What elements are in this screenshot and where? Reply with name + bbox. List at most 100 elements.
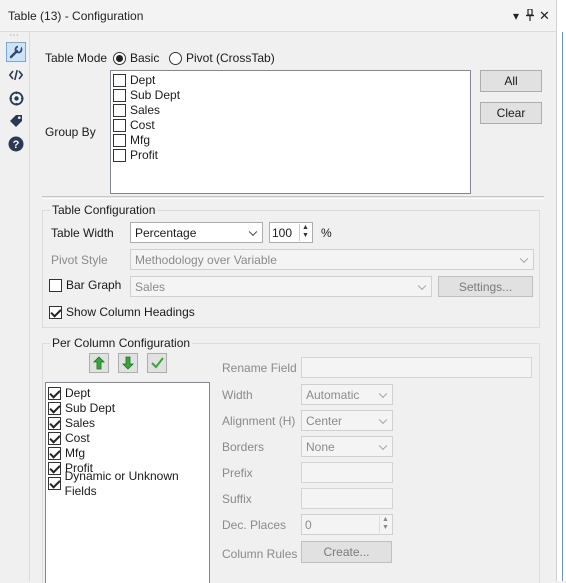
dec-places-label: Dec. Places bbox=[222, 518, 287, 532]
table-mode-label: Table Mode bbox=[45, 51, 108, 65]
alignment-label: Alignment (H) bbox=[222, 414, 296, 428]
settings-button[interactable]: Settings... bbox=[438, 276, 533, 297]
checkbox[interactable] bbox=[113, 149, 126, 162]
checkbox-checked[interactable] bbox=[49, 305, 62, 319]
suffix-label: Suffix bbox=[222, 492, 252, 506]
table-width-unit: % bbox=[321, 226, 332, 240]
spinner-arrows-icon[interactable]: ▲ ▼ bbox=[379, 516, 391, 533]
drag-grip[interactable]: ⋯ bbox=[9, 30, 19, 41]
group-by-item-mfg[interactable]: Mfg bbox=[113, 133, 150, 148]
create-rules-button[interactable]: Create... bbox=[301, 541, 392, 563]
table-config-title: Table Configuration bbox=[50, 203, 158, 217]
rename-field-label: Rename Field bbox=[222, 361, 297, 375]
prefix-input[interactable] bbox=[301, 462, 393, 483]
close-icon[interactable]: ✕ bbox=[539, 8, 550, 24]
show-headings-checkbox[interactable]: Show Column Headings bbox=[49, 305, 195, 319]
checkbox[interactable] bbox=[113, 74, 126, 87]
borders-label: Borders bbox=[222, 440, 265, 454]
field-item-sub-dept[interactable]: Sub Dept bbox=[48, 401, 115, 416]
field-item-mfg[interactable]: Mfg bbox=[48, 446, 85, 461]
help-icon[interactable]: ? bbox=[6, 134, 26, 154]
scroll-edge-line bbox=[562, 32, 563, 581]
group-by-list[interactable]: Dept Sub Dept Sales Cost Mfg Profit bbox=[110, 70, 471, 194]
bar-graph-label: Bar Graph bbox=[66, 278, 122, 292]
checkbox[interactable] bbox=[113, 104, 126, 117]
target-icon[interactable] bbox=[6, 88, 26, 108]
field-item-sales[interactable]: Sales bbox=[48, 416, 95, 431]
checkbox-checked[interactable] bbox=[48, 477, 61, 490]
chevron-down-icon bbox=[248, 227, 258, 236]
borders-select[interactable]: None bbox=[301, 436, 393, 457]
radio-pivot-label: Pivot (CrossTab) bbox=[186, 51, 275, 65]
suffix-input[interactable] bbox=[301, 488, 393, 509]
select-all-button[interactable] bbox=[147, 353, 167, 373]
group-by-item-sales[interactable]: Sales bbox=[113, 103, 160, 118]
radio-basic[interactable]: Basic bbox=[113, 51, 159, 65]
checkbox[interactable] bbox=[113, 89, 126, 102]
per-column-title: Per Column Configuration bbox=[50, 336, 193, 350]
table-width-label: Table Width bbox=[51, 226, 114, 240]
bar-graph-field-select[interactable]: Sales bbox=[130, 276, 432, 297]
tool-sidebar: ⋯ ? bbox=[0, 30, 30, 581]
field-item-dynamic[interactable]: Dynamic or Unknown Fields bbox=[48, 469, 209, 498]
radio-pivot-circle[interactable] bbox=[169, 51, 182, 65]
title-bar: Table (13) - Configuration ▾ ✕ bbox=[0, 0, 556, 32]
width-value: Automatic bbox=[306, 387, 360, 402]
radio-pivot[interactable]: Pivot (CrossTab) bbox=[169, 51, 275, 65]
chevron-down-icon bbox=[378, 415, 388, 424]
group-by-item-sub-dept[interactable]: Sub Dept bbox=[113, 88, 180, 103]
table-width-value: 100 bbox=[272, 225, 293, 240]
width-select[interactable]: Automatic bbox=[301, 384, 393, 405]
spinner-arrows-icon[interactable]: ▲ ▼ bbox=[299, 224, 311, 241]
pivot-style-value: Methodology over Variable bbox=[135, 252, 277, 267]
chevron-down-icon bbox=[378, 389, 388, 398]
checkbox[interactable] bbox=[113, 119, 126, 132]
checkbox-checked[interactable] bbox=[48, 447, 61, 460]
svg-text:?: ? bbox=[13, 139, 20, 151]
all-button[interactable]: All bbox=[480, 70, 542, 92]
checkbox-checked[interactable] bbox=[48, 387, 61, 400]
prefix-label: Prefix bbox=[222, 466, 253, 480]
dec-places-spinner[interactable]: 0 ▲ ▼ bbox=[301, 514, 393, 535]
checkbox-checked[interactable] bbox=[48, 402, 61, 415]
checkmark-icon bbox=[150, 357, 164, 369]
section-separator[interactable] bbox=[42, 196, 544, 199]
checkbox-checked[interactable] bbox=[48, 417, 61, 430]
move-down-button[interactable] bbox=[118, 353, 138, 373]
window-edge bbox=[556, 0, 566, 581]
borders-value: None bbox=[306, 439, 335, 454]
dropdown-icon[interactable]: ▾ bbox=[513, 9, 519, 23]
group-by-item-profit[interactable]: Profit bbox=[113, 148, 158, 163]
group-by-item-cost[interactable]: Cost bbox=[113, 118, 155, 133]
tag-icon[interactable] bbox=[6, 111, 26, 131]
alignment-select[interactable]: Center bbox=[301, 410, 393, 431]
width-label: Width bbox=[222, 388, 253, 402]
table-width-mode-select[interactable]: Percentage bbox=[130, 222, 263, 243]
dec-places-value: 0 bbox=[305, 517, 312, 532]
checkbox[interactable] bbox=[113, 134, 126, 147]
radio-basic-circle[interactable] bbox=[113, 51, 126, 65]
checkbox-checked[interactable] bbox=[48, 462, 61, 475]
bar-graph-checkbox[interactable]: Bar Graph bbox=[49, 278, 121, 292]
table-width-spinner[interactable]: 100 ▲ ▼ bbox=[269, 222, 313, 243]
group-by-item-dept[interactable]: Dept bbox=[113, 73, 155, 88]
clear-button[interactable]: Clear bbox=[480, 102, 542, 124]
chevron-down-icon bbox=[519, 254, 529, 263]
checkbox-checked[interactable] bbox=[48, 432, 61, 445]
show-headings-label: Show Column Headings bbox=[66, 305, 195, 319]
checkbox[interactable] bbox=[49, 278, 62, 292]
rename-field-input[interactable] bbox=[301, 357, 532, 378]
field-item-dept[interactable]: Dept bbox=[48, 386, 90, 401]
arrow-up-icon bbox=[93, 356, 105, 370]
window-title: Table (13) - Configuration bbox=[8, 9, 144, 23]
pivot-style-select[interactable]: Methodology over Variable bbox=[130, 249, 534, 270]
code-icon[interactable] bbox=[6, 65, 26, 85]
alignment-value: Center bbox=[306, 413, 343, 428]
field-item-cost[interactable]: Cost bbox=[48, 431, 90, 446]
bar-graph-value: Sales bbox=[135, 279, 166, 294]
column-field-list[interactable]: Dept Sub Dept Sales Cost Mfg Profit Dyna… bbox=[45, 382, 210, 583]
move-up-button[interactable] bbox=[89, 353, 109, 373]
chevron-down-icon bbox=[378, 441, 388, 450]
pin-icon[interactable] bbox=[525, 8, 535, 23]
wrench-icon[interactable] bbox=[6, 42, 26, 62]
